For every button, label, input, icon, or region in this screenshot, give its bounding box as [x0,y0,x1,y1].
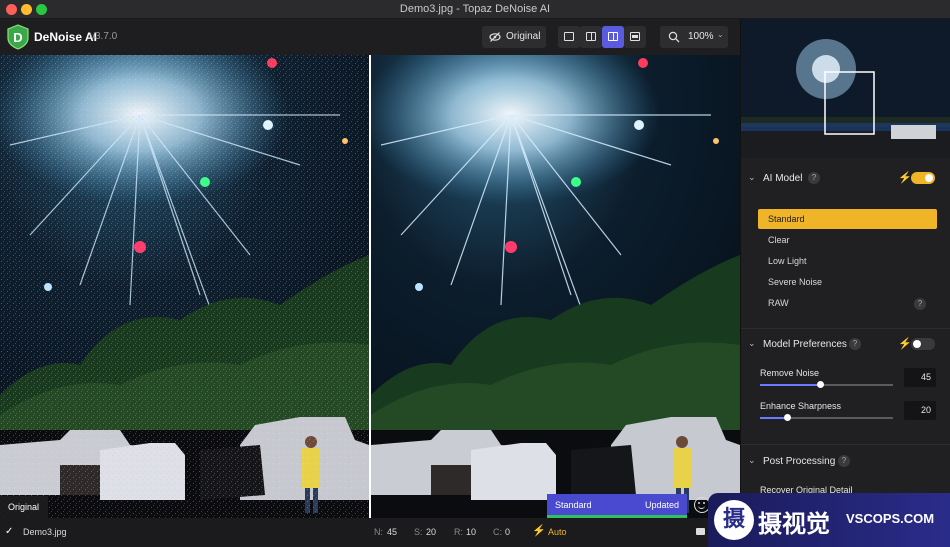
processed-preview-image [371,55,740,518]
top-toolbar: D DeNoise AI v3.7.0 Original 100% ⌄ [0,19,740,55]
recover-label: R: [454,527,463,537]
right-sidebar: ⌄ AI Model ? ⚡ Standard Clear Low Light … [740,19,950,547]
chevron-down-icon: ⌄ [717,30,724,39]
bolt-icon: ⚡ [898,172,912,184]
status-filename: Demo3.jpg [23,527,67,537]
processed-status-bar: Standard Updated [547,494,687,518]
enhance-sharpness-slider[interactable] [760,414,893,421]
watermark-brand: 摄视觉 [758,510,830,538]
app-name: DeNoise AI [34,30,97,44]
model-option-low-light[interactable]: Low Light [758,251,937,271]
zoom-icon [668,31,680,46]
bolt-icon: ⚡ [898,338,912,350]
post-processing-title: Post Processing [763,456,836,467]
post-processing-header[interactable]: ⌄ Post Processing ? [741,452,950,472]
noise-value: 45 [387,527,398,537]
remove-noise-slider-knob[interactable] [817,381,824,388]
raw-help-icon[interactable]: ? [914,298,926,310]
model-option-severe-noise[interactable]: Severe Noise [758,272,937,292]
bolt-icon: ⚡ [532,525,546,537]
original-preview[interactable]: Original [0,55,369,518]
help-icon[interactable]: ? [808,172,820,184]
enhance-sharpness-label: Enhance Sharpness [760,401,842,411]
remove-noise-label: Remove Noise [760,368,820,378]
ai-model-toggle[interactable] [911,172,935,184]
original-toggle-button[interactable]: Original [482,26,546,48]
help-icon[interactable]: ? [838,455,850,467]
collapse-chevron-icon[interactable]: ⌄ [748,338,756,349]
original-badge: Original [0,496,48,518]
watermark-badge: 摄 [714,500,754,540]
original-button-label: Original [506,31,541,42]
processed-model-label: Standard [555,500,592,510]
camera-icon[interactable] [696,528,705,535]
original-badge-label: Original [8,502,40,512]
sharpness-label: S: [414,527,423,537]
model-option-standard[interactable]: Standard [758,209,937,229]
sharpness-value: 20 [426,527,437,537]
collapse-chevron-icon[interactable]: ⌄ [748,455,756,466]
split-view-button[interactable] [580,26,602,48]
check-icon: ✓ [5,526,14,537]
single-view-button[interactable] [558,26,580,48]
navigator-thumbnail[interactable] [741,19,950,158]
close-window-button[interactable] [6,4,17,15]
collapse-chevron-icon[interactable]: ⌄ [748,172,756,183]
model-preferences-title: Model Preferences [763,339,847,350]
watermark: 摄 摄视觉 VSCOPS.COM [708,493,950,547]
ai-model-title: AI Model [763,173,803,184]
model-preferences-header[interactable]: ⌄ Model Preferences ? ⚡ [741,335,950,355]
remove-noise-input[interactable]: 45 [904,368,936,387]
processed-preview[interactable]: Standard Updated [371,55,740,518]
section-divider [741,444,950,445]
model-option-raw[interactable]: RAW [758,293,937,313]
side-by-side-view-button[interactable] [602,26,624,48]
eye-slash-icon [489,31,501,46]
watermark-site: VSCOPS.COM [846,511,935,526]
original-preview-image [0,55,369,518]
window-titlebar: Demo3.jpg - Topaz DeNoise AI [0,0,950,19]
model-preferences-toggle[interactable] [911,338,935,350]
model-option-clear[interactable]: Clear [758,230,937,250]
help-icon[interactable]: ? [849,338,861,350]
noise-label: N: [374,527,383,537]
color-value: 0 [505,527,511,537]
zoom-dropdown[interactable]: 100% ⌄ [660,26,728,48]
processed-status-label: Updated [644,500,679,510]
svg-text:D: D [13,30,22,45]
auto-mode-label[interactable]: Auto [548,527,567,537]
zoom-window-button[interactable] [36,4,47,15]
recover-value: 10 [466,527,477,537]
section-divider [741,328,950,329]
minimize-window-button[interactable] [21,4,32,15]
enhance-sharpness-input[interactable]: 20 [904,401,936,420]
navigator-image [741,19,950,158]
color-label: C: [493,527,502,537]
remove-noise-slider[interactable] [760,381,893,388]
app-version: v3.7.0 [90,31,118,42]
ai-model-header[interactable]: ⌄ AI Model ? ⚡ [741,169,950,189]
watermark-badge-glyph: 摄 [722,507,745,532]
single-view-icon [564,32,574,41]
zoom-value: 100% [688,31,714,42]
enhance-sharpness-slider-knob[interactable] [784,414,791,421]
window-title: Demo3.jpg - Topaz DeNoise AI [399,3,551,15]
logo-d-icon: D [6,24,30,50]
comparison-view-button[interactable] [624,26,646,48]
